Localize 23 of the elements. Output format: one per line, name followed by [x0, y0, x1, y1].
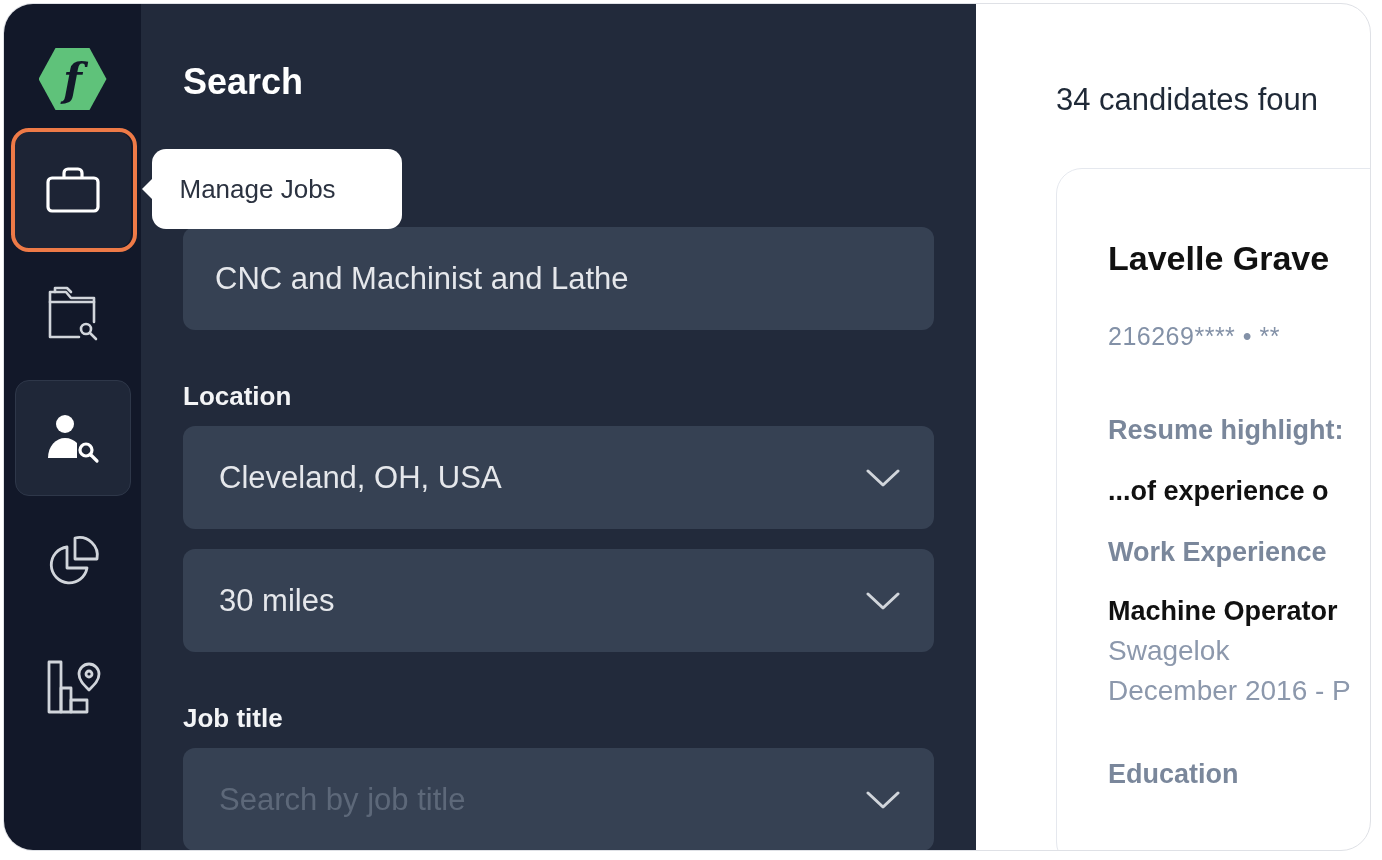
- briefcase-icon: [44, 166, 101, 214]
- results-count: 34 candidates foun: [1056, 82, 1318, 118]
- tooltip: Manage Jobs: [151, 149, 402, 229]
- app-logo: f: [38, 48, 107, 110]
- field-label: Location: [183, 380, 293, 412]
- dropdown-field[interactable]: Cleveland, OH, USA: [183, 426, 934, 529]
- dropdown-field[interactable]: 30 miles: [183, 549, 934, 652]
- field-label: Job title: [183, 702, 284, 734]
- chevron-down-icon: [866, 591, 900, 610]
- sidebar-item[interactable]: [14, 380, 131, 496]
- candidate-name: Lavelle Grave: [1108, 239, 1330, 278]
- job-title: Machine Operator: [1108, 596, 1338, 627]
- panel-title: Search: [183, 60, 305, 104]
- job-dates: December 2016 - P: [1108, 675, 1351, 707]
- chevron-down-icon: [866, 468, 900, 487]
- company-name: Swagelok: [1108, 635, 1230, 667]
- resume-snippet: ...of experience o: [1108, 476, 1329, 507]
- section-heading: Work Experience: [1108, 537, 1327, 568]
- input-field[interactable]: CNC and Machinist and Lathe: [183, 227, 934, 330]
- section-heading: Resume highlight:: [1108, 415, 1344, 446]
- candidate-meta: 216269**** • **: [1108, 322, 1280, 351]
- section-heading: Education: [1108, 759, 1239, 790]
- chevron-down-icon: [866, 790, 900, 809]
